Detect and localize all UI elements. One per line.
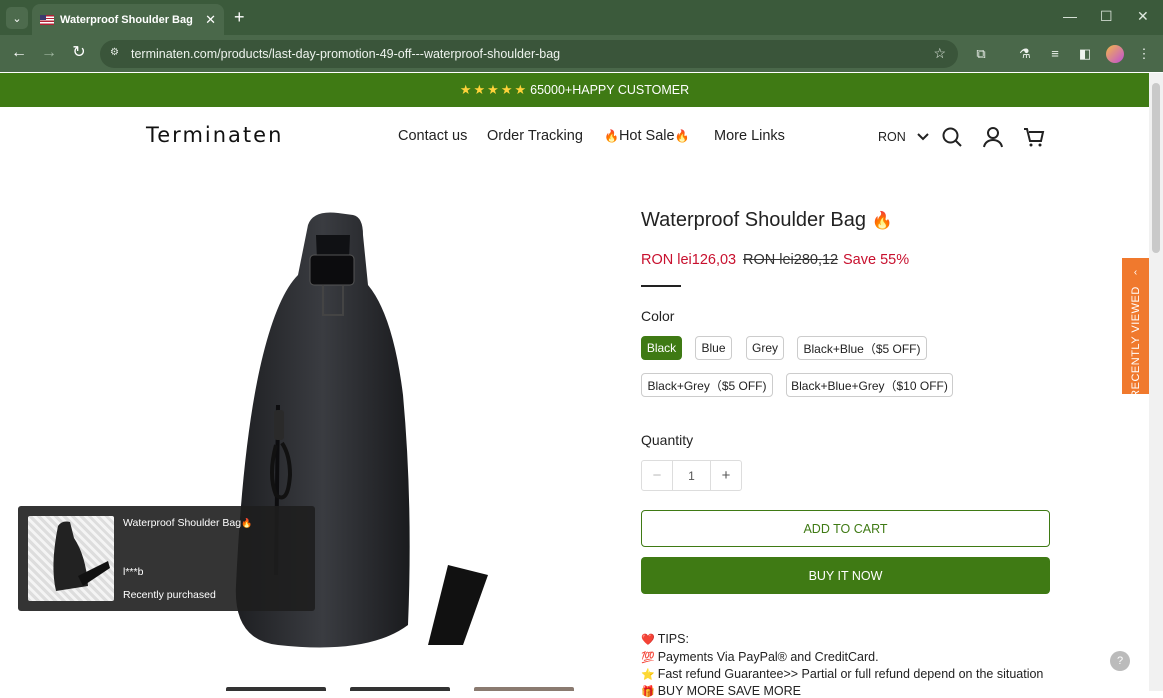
browser-tab-bar: ⌄ Waterproof Shoulder Bag ✕ + — ☐ ✕	[0, 0, 1163, 35]
site-info-icon[interactable]: ⚙	[110, 47, 122, 59]
nav-hot-sale-label: Hot Sale	[618, 128, 675, 144]
hundred-icon: 💯	[641, 652, 655, 664]
search-icon[interactable]	[941, 126, 963, 148]
product-title: Waterproof Shoulder Bag 🔥	[641, 209, 893, 232]
labs-icon[interactable]: ⚗	[1016, 45, 1034, 63]
quantity-stepper: − 1 +	[641, 460, 742, 491]
sale-price: RON lei126,03	[641, 252, 737, 268]
color-option-black-grey[interactable]: Black+Grey（$5 OFF)	[641, 373, 773, 397]
back-icon[interactable]: ←	[9, 43, 29, 63]
fire-icon: 🔥	[674, 129, 690, 143]
scrollbar-thumb[interactable]	[1152, 83, 1160, 253]
reload-icon[interactable]: ↻	[69, 43, 89, 63]
compare-price: RON lei280,12	[743, 252, 839, 268]
recently-viewed-tab[interactable]: ‹ RECENTLY VIEWED	[1122, 258, 1149, 398]
announcement-bar: ★★★★★ 65000+HAPPY CUSTOMER	[0, 73, 1149, 107]
fire-icon: 🔥	[604, 129, 619, 143]
color-option-grey[interactable]: Grey	[746, 336, 784, 360]
tips-line: ⭐ Fast refund Guarantee>> Partial or full…	[641, 667, 1043, 681]
color-option-black[interactable]: Black	[641, 336, 682, 360]
thumbnail-strip-item[interactable]	[474, 687, 574, 691]
browser-tab[interactable]: Waterproof Shoulder Bag ✕	[32, 4, 224, 35]
popup-status: Recently purchased	[123, 589, 216, 601]
popup-buyer: l***b	[123, 566, 144, 578]
address-bar[interactable]: ⚙ terminaten.com/products/last-day-promo…	[100, 40, 958, 68]
fire-icon: 🔥	[871, 211, 893, 230]
recent-purchase-popup[interactable]: Waterproof Shoulder Bag🔥 l***b Recently …	[18, 506, 315, 611]
heart-icon: ❤️	[641, 634, 655, 646]
save-badge: Save 55%	[843, 252, 910, 268]
tips-heading: TIPS:	[657, 632, 689, 646]
popup-product-thumbnail	[28, 516, 114, 601]
store-logo[interactable]: Terminaten	[146, 123, 283, 147]
url-text: terminaten.com/products/last-day-promoti…	[131, 47, 561, 61]
nav-more-links[interactable]: More Links	[714, 128, 785, 144]
tab-title: Waterproof Shoulder Bag	[60, 13, 193, 26]
popup-title-text: Waterproof Shoulder Bag	[123, 517, 242, 529]
currency-selector[interactable]: RON	[878, 130, 929, 144]
currency-label: RON	[878, 130, 906, 144]
new-tab-button[interactable]: +	[234, 7, 245, 27]
tips-buy-more: BUY MORE SAVE MORE	[657, 684, 802, 698]
profile-avatar[interactable]	[1106, 45, 1124, 63]
nav-hot-sale[interactable]: 🔥Hot Sale🔥	[604, 128, 690, 144]
thumbnail-strip-item[interactable]	[226, 687, 326, 691]
nav-order-tracking[interactable]: Order Tracking	[487, 128, 583, 144]
nav-contact-us[interactable]: Contact us	[398, 128, 467, 144]
bookmark-star-icon[interactable]: ☆	[933, 45, 946, 62]
color-option-blue[interactable]: Blue	[695, 336, 732, 360]
forward-icon[interactable]: →	[39, 43, 59, 63]
bag-thumbnail-icon	[53, 521, 110, 591]
rating-stars-icon: ★★★★★	[459, 82, 529, 97]
minimize-icon[interactable]: —	[1063, 8, 1077, 24]
star-icon: ⭐	[641, 669, 655, 681]
divider	[641, 285, 681, 287]
buy-now-button[interactable]: BUY IT NOW	[641, 557, 1050, 594]
color-label: Color	[641, 308, 675, 324]
tips-line: 🎁 BUY MORE SAVE MORE	[641, 684, 801, 698]
add-to-cart-button[interactable]: ADD TO CART	[641, 510, 1050, 547]
popup-product-title: Waterproof Shoulder Bag🔥	[123, 517, 252, 529]
quantity-increase-button[interactable]: +	[711, 461, 741, 490]
extensions-icon[interactable]: ⧉	[972, 45, 990, 63]
chevron-left-icon: ‹	[1133, 267, 1138, 278]
thumbnail-strip-item[interactable]	[350, 687, 450, 691]
menu-icon[interactable]: ⋮	[1135, 45, 1153, 63]
help-icon[interactable]: ?	[1110, 651, 1130, 671]
flag-icon	[40, 14, 54, 25]
color-option-black-blue-grey[interactable]: Black+Blue+Grey（$10 OFF)	[786, 373, 953, 397]
close-icon[interactable]: ✕	[205, 12, 216, 28]
browser-toolbar: ← → ↻ ⚙ terminaten.com/products/last-day…	[0, 35, 1163, 72]
tips-payment: Payments Via PayPal® and CreditCard.	[657, 650, 879, 664]
quantity-label: Quantity	[641, 432, 694, 448]
color-option-black-blue[interactable]: Black+Blue（$5 OFF)	[797, 336, 927, 360]
fire-icon: 🔥	[241, 518, 253, 528]
account-icon[interactable]	[982, 126, 1004, 148]
media-control-icon[interactable]: ≡	[1046, 45, 1064, 63]
tips-line: 💯 Payments Via PayPal® and CreditCard.	[641, 650, 879, 664]
tab-search-button[interactable]: ⌄	[6, 7, 28, 29]
recently-viewed-label: RECENTLY VIEWED	[1130, 286, 1142, 398]
window-close-icon[interactable]: ✕	[1137, 8, 1149, 25]
announcement-text: 65000+HAPPY CUSTOMER	[530, 83, 690, 97]
cart-icon[interactable]	[1023, 126, 1045, 148]
gift-icon: 🎁	[641, 686, 655, 698]
quantity-input[interactable]: 1	[672, 461, 711, 490]
quantity-decrease-button[interactable]: −	[642, 461, 672, 490]
chevron-down-icon	[917, 133, 929, 141]
side-panel-icon[interactable]: ◧	[1076, 45, 1094, 63]
product-title-text: Waterproof Shoulder Bag	[641, 209, 866, 231]
maximize-icon[interactable]: ☐	[1100, 8, 1113, 25]
tips-refund: Fast refund Guarantee>> Partial or full …	[657, 667, 1044, 681]
tips-line: ❤️ TIPS:	[641, 632, 689, 646]
page-scrollbar[interactable]	[1149, 73, 1163, 691]
